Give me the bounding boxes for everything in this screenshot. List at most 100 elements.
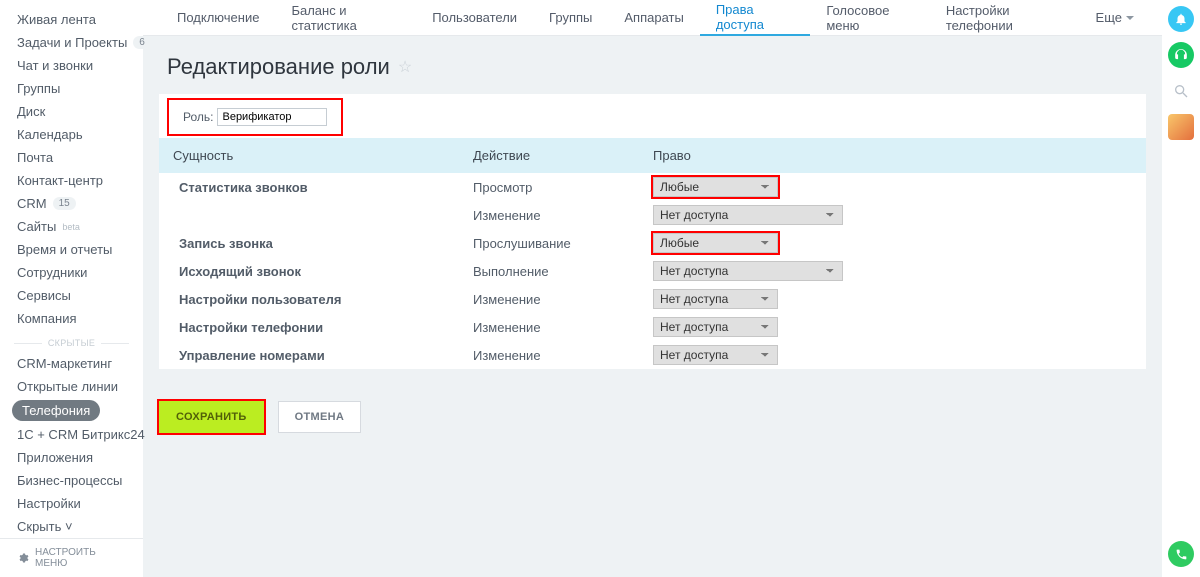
action-cell: Просмотр (459, 173, 639, 201)
search-icon[interactable] (1168, 78, 1194, 104)
configure-menu-label: Настроить меню (35, 547, 126, 569)
count-badge: 15 (53, 197, 76, 210)
sidebar-item[interactable]: Календарь (0, 123, 143, 146)
tab-more[interactable]: Еще (1080, 0, 1150, 35)
sidebar-item-label: Сервисы (17, 288, 71, 303)
table-header: Действие (459, 138, 639, 173)
page-title-row: Редактирование роли ☆ (143, 36, 1162, 94)
permission-cell: Любые (639, 229, 1146, 257)
sidebar-item[interactable]: Чат и звонки (0, 54, 143, 77)
permission-select[interactable]: Нет доступа (653, 261, 843, 281)
role-input[interactable] (217, 108, 327, 126)
sidebar-item[interactable]: Скрыть ˅ (0, 515, 143, 538)
table-row: Статистика звонковПросмотр Любые (159, 173, 1146, 201)
sidebar-item[interactable]: Почта (0, 146, 143, 169)
entity-cell (159, 201, 459, 229)
sidebar-item[interactable]: Приложения (0, 446, 143, 469)
permissions-table: СущностьДействиеПраво Статистика звонков… (159, 138, 1146, 369)
action-cell: Изменение (459, 341, 639, 369)
permission-select[interactable]: Нет доступа (653, 345, 778, 365)
sidebar-item-label: Диск (17, 104, 45, 119)
avatar[interactable] (1168, 114, 1194, 140)
form-panel: Роль: СущностьДействиеПраво Статистика з… (159, 94, 1146, 369)
sidebar-item-label: Контакт-центр (17, 173, 103, 188)
main-area: ПодключениеБаланс и статистикаПользовате… (143, 0, 1162, 577)
sidebar-item-label: Чат и звонки (17, 58, 93, 73)
action-cell: Изменение (459, 285, 639, 313)
sidebar-item-label: Время и отчеты (17, 242, 112, 257)
sidebar-item[interactable]: Сайтыbeta (0, 215, 143, 238)
tab[interactable]: Голосовое меню (810, 0, 930, 35)
tab[interactable]: Аппараты (608, 0, 699, 35)
tab[interactable]: Пользователи (416, 0, 533, 35)
count-badge: 6 (133, 36, 151, 49)
page-title: Редактирование роли (167, 54, 390, 80)
sidebar-item-label: Компания (17, 311, 77, 326)
sidebar-item[interactable]: Контакт-центр (0, 169, 143, 192)
table-row: Настройки телефонииИзменение Нет доступа (159, 313, 1146, 341)
cancel-button[interactable]: Отмена (278, 401, 361, 433)
favorite-star-icon[interactable]: ☆ (398, 57, 412, 77)
action-cell: Выполнение (459, 257, 639, 285)
tab[interactable]: Группы (533, 0, 608, 35)
action-cell: Прослушивание (459, 229, 639, 257)
top-tabs: ПодключениеБаланс и статистикаПользовате… (143, 0, 1162, 36)
entity-cell: Настройки телефонии (159, 313, 459, 341)
save-button[interactable]: Сохранить (159, 401, 264, 433)
tab[interactable]: Настройки телефонии (930, 0, 1080, 35)
configure-menu[interactable]: Настроить меню (0, 538, 143, 577)
sidebar-item[interactable]: Телефония (12, 400, 100, 421)
bell-icon[interactable] (1168, 6, 1194, 32)
left-sidebar: Живая лентаЗадачи и Проекты6 Чат и звонки… (0, 0, 143, 577)
sidebar-item[interactable]: Время и отчеты (0, 238, 143, 261)
sidebar-item[interactable]: Задачи и Проекты6 (0, 31, 143, 54)
entity-cell: Запись звонка (159, 229, 459, 257)
table-row: Управление номерамиИзменение Нет доступа (159, 341, 1146, 369)
sidebar-item[interactable]: Компания (0, 307, 143, 330)
sidebar-item[interactable]: CRM-маркетинг (0, 352, 143, 375)
gear-icon (17, 552, 29, 564)
permission-cell: Нет доступа (639, 285, 1146, 313)
table-row: Настройки пользователяИзменение Нет досту… (159, 285, 1146, 313)
sidebar-item[interactable]: Сотрудники (0, 261, 143, 284)
permission-cell: Нет доступа (639, 257, 1146, 285)
sidebar-item-label: Группы (17, 81, 60, 96)
sidebar-item[interactable]: Открытые линии (0, 375, 143, 398)
table-row: Запись звонкаПрослушивание Любые (159, 229, 1146, 257)
permission-cell: Любые (639, 173, 1146, 201)
entity-cell: Управление номерами (159, 341, 459, 369)
sidebar-item[interactable]: Диск (0, 100, 143, 123)
table-row: Изменение Нет доступа (159, 201, 1146, 229)
support-icon[interactable] (1168, 42, 1194, 68)
sidebar-item[interactable]: Бизнес-процессы (0, 469, 143, 492)
entity-cell: Настройки пользователя (159, 285, 459, 313)
permission-select[interactable]: Нет доступа (653, 205, 843, 225)
sidebar-item[interactable]: 1С + CRM Битрикс24 (0, 423, 143, 446)
button-row: Сохранить Отмена (143, 385, 1162, 449)
sidebar-item-label: Календарь (17, 127, 83, 142)
permission-cell: Нет доступа (639, 313, 1146, 341)
table-row: Исходящий звонокВыполнение Нет доступа (159, 257, 1146, 285)
sidebar-item[interactable]: CRM15 (0, 192, 143, 215)
permission-select[interactable]: Нет доступа (653, 317, 778, 337)
right-rail (1162, 0, 1200, 577)
sidebar-item[interactable]: Сервисы (0, 284, 143, 307)
tab[interactable]: Баланс и статистика (275, 0, 416, 35)
entity-cell: Статистика звонков (159, 173, 459, 201)
sidebar-item-label: Почта (17, 150, 53, 165)
tab[interactable]: Подключение (161, 0, 275, 35)
action-cell: Изменение (459, 313, 639, 341)
permission-select[interactable]: Нет доступа (653, 289, 778, 309)
beta-badge: beta (62, 222, 80, 232)
permission-select[interactable]: Любые (653, 177, 778, 197)
sidebar-item[interactable]: Группы (0, 77, 143, 100)
permission-select[interactable]: Любые (653, 233, 778, 253)
sidebar-item-label: Сотрудники (17, 265, 87, 280)
action-cell: Изменение (459, 201, 639, 229)
permission-cell: Нет доступа (639, 201, 1146, 229)
sidebar-item[interactable]: Настройки (0, 492, 143, 515)
phone-icon[interactable] (1168, 541, 1194, 567)
entity-cell: Исходящий звонок (159, 257, 459, 285)
sidebar-item[interactable]: Живая лента (0, 8, 143, 31)
tab[interactable]: Права доступа (700, 0, 810, 36)
